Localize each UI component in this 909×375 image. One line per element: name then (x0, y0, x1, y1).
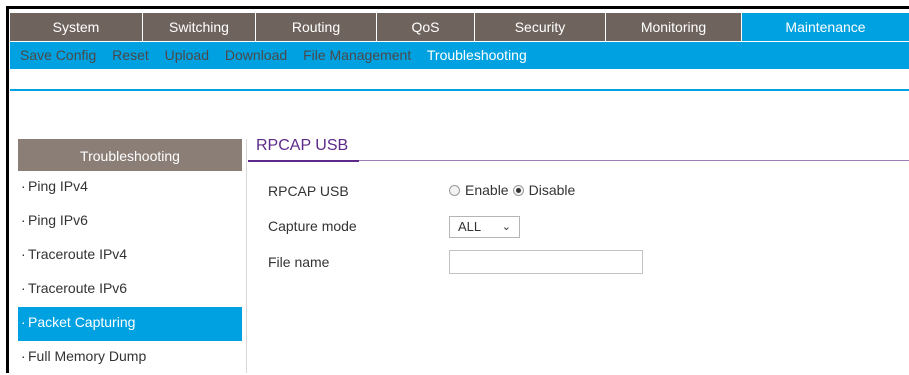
subnav-file-management[interactable]: File Management (303, 47, 411, 63)
sidebar-item-full-memory-dump[interactable]: · Full Memory Dump (18, 341, 242, 375)
subnav-save-config[interactable]: Save Config (20, 47, 96, 63)
tab-security[interactable]: Security (475, 13, 606, 41)
tab-routing[interactable]: Routing (256, 13, 377, 41)
sidebar-item-label: Packet Capturing (28, 314, 136, 330)
enable-radio[interactable] (449, 184, 460, 196)
sidebar-item-label: Ping IPv6 (28, 212, 88, 228)
bullet-icon: · (21, 246, 26, 262)
sidebar-divider (246, 139, 247, 373)
capture-mode-select[interactable]: ALL ⌄ (449, 216, 520, 238)
sidebar-item-ping-ipv6[interactable]: · Ping IPv6 (18, 205, 242, 239)
sidebar-item-ping-ipv4[interactable]: · Ping IPv4 (18, 171, 242, 205)
rpcap-radio-group: Enable Disable (449, 182, 575, 198)
capture-mode-label: Capture mode (268, 218, 357, 234)
sidebar-item-traceroute-ipv4[interactable]: · Traceroute IPv4 (18, 239, 242, 273)
subnav-troubleshooting[interactable]: Troubleshooting (427, 47, 527, 63)
top-nav: System Switching Routing QoS Security Mo… (10, 13, 909, 41)
capture-mode-value: ALL (458, 219, 482, 234)
sidebar: · Ping IPv4 · Ping IPv6 · Traceroute IPv4 ·… (18, 171, 242, 375)
title-underline (359, 160, 909, 161)
subnav-reset[interactable]: Reset (112, 47, 149, 63)
rpcap-usb-label: RPCAP USB (268, 183, 349, 199)
file-name-label: File name (268, 254, 330, 270)
sidebar-item-label: Traceroute IPv4 (28, 246, 128, 262)
tab-switching[interactable]: Switching (143, 13, 256, 41)
subnav-upload[interactable]: Upload (165, 47, 209, 63)
bullet-icon: · (21, 348, 26, 364)
tab-qos[interactable]: QoS (377, 13, 475, 41)
bullet-icon: · (21, 280, 26, 296)
sidebar-item-packet-capturing[interactable]: · Packet Capturing (18, 307, 242, 341)
title-underline-accent (248, 160, 359, 162)
sidebar-item-label: Ping IPv4 (28, 178, 88, 194)
tab-system[interactable]: System (10, 13, 143, 41)
bullet-icon: · (21, 178, 26, 194)
sidebar-item-label: Full Memory Dump (28, 348, 147, 364)
sidebar-header: Troubleshooting (18, 139, 242, 171)
enable-label: Enable (465, 182, 509, 198)
disable-radio[interactable] (512, 184, 524, 196)
tab-maintenance[interactable]: Maintenance (742, 13, 909, 41)
subnav-spacer (10, 69, 909, 89)
sub-nav: Save Config Reset Upload Download File M… (10, 42, 909, 91)
subnav-download[interactable]: Download (225, 47, 287, 63)
bullet-icon: · (21, 314, 26, 330)
sidebar-item-label: Traceroute IPv6 (28, 280, 128, 296)
chevron-down-icon: ⌄ (501, 221, 511, 233)
tab-monitoring[interactable]: Monitoring (606, 13, 742, 41)
page-title: RPCAP USB (256, 137, 349, 154)
bullet-icon: · (21, 212, 26, 228)
sidebar-item-traceroute-ipv6[interactable]: · Traceroute IPv6 (18, 273, 242, 307)
disable-label: Disable (528, 182, 576, 198)
file-name-input[interactable] (449, 250, 643, 274)
